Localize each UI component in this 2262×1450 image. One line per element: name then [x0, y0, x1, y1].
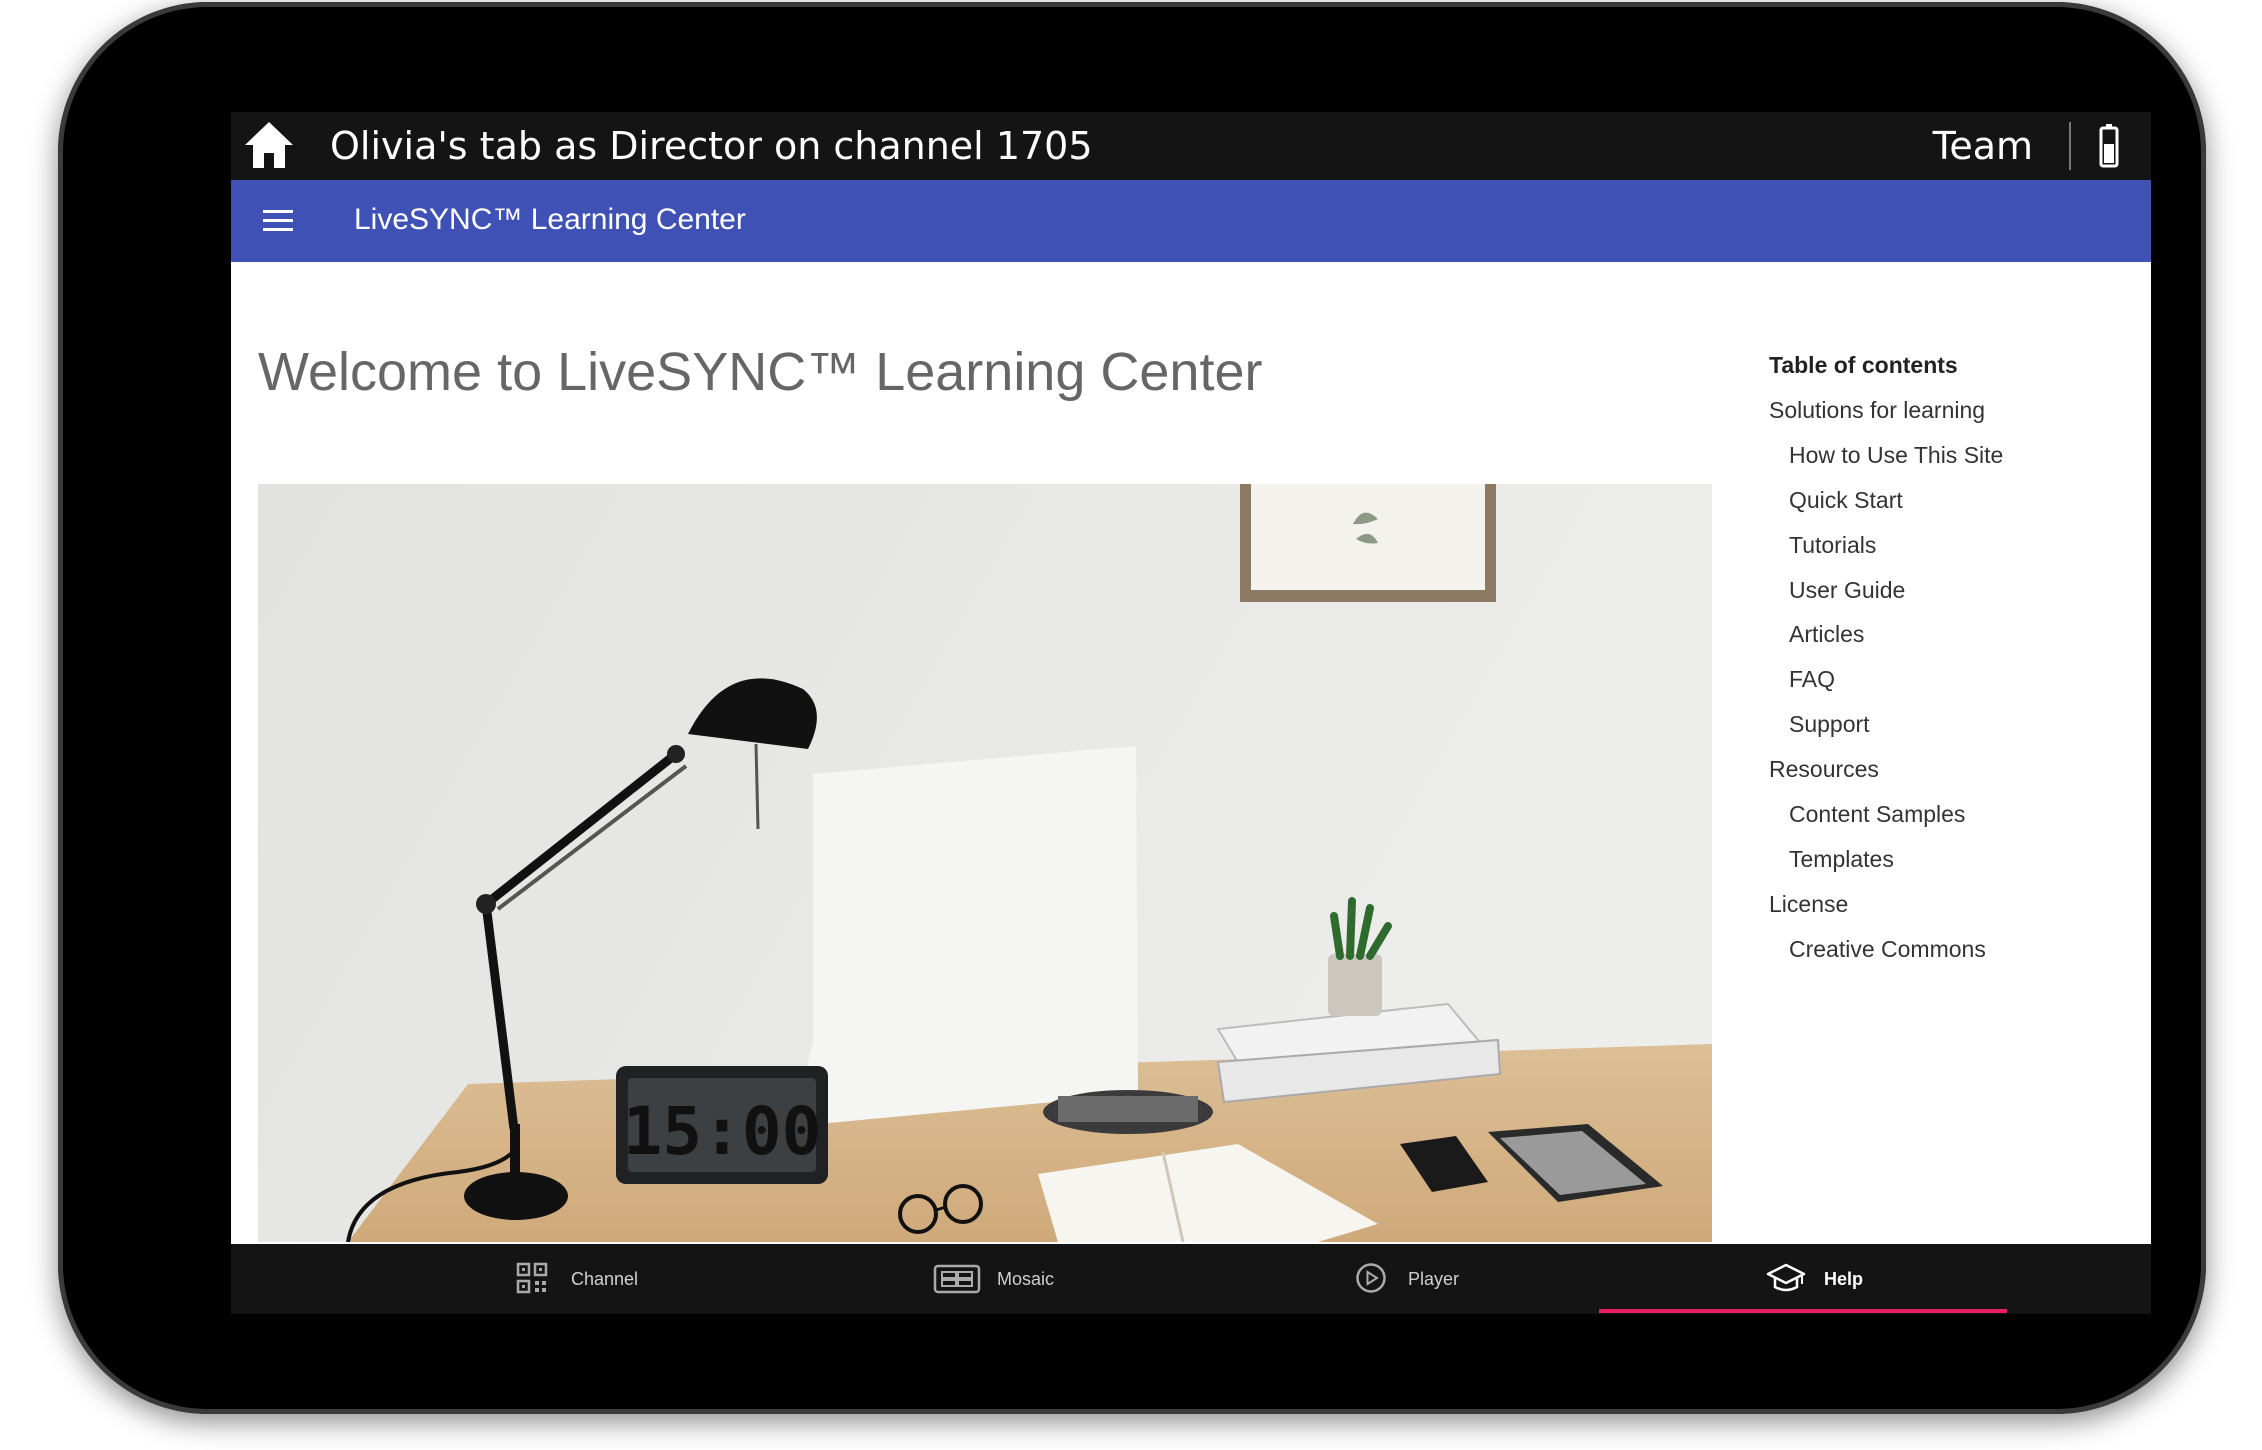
qr-code-icon	[516, 1262, 548, 1294]
status-divider	[2069, 122, 2071, 170]
toc-item-resources[interactable]: Resources	[1769, 754, 2129, 784]
hamburger-menu-icon[interactable]	[261, 204, 295, 238]
tab-player-label: Player	[1408, 1269, 1460, 1289]
tab-channel[interactable]: Channel	[516, 1244, 916, 1314]
status-bar: Olivia's tab as Director on channel 1705…	[231, 112, 2151, 180]
tab-channel-label: Channel	[571, 1269, 639, 1289]
hero-image: 15:00	[258, 484, 1712, 1242]
toc-heading: Table of contents	[1769, 352, 1958, 378]
toc-item-support[interactable]: Support	[1769, 709, 2129, 739]
tab-help-label: Help	[1824, 1269, 1864, 1289]
bottom-tab-bar: Channel Mosaic Player Help	[231, 1244, 2151, 1314]
team-button[interactable]: Team	[1933, 122, 2033, 170]
tab-player[interactable]: Player	[1355, 1244, 1755, 1314]
tab-mosaic[interactable]: Mosaic	[933, 1244, 1333, 1314]
toc-item-tutorials[interactable]: Tutorials	[1769, 530, 2129, 560]
table-of-contents: Table of contents Solutions for learning…	[1769, 350, 2129, 979]
toc-item-quick-start[interactable]: Quick Start	[1769, 485, 2129, 515]
tab-mosaic-label: Mosaic	[997, 1269, 1055, 1289]
page-title: Welcome to LiveSYNC™ Learning Center	[258, 342, 1263, 402]
toc-item-templates[interactable]: Templates	[1769, 844, 2129, 874]
toc-item-content-samples[interactable]: Content Samples	[1769, 799, 2129, 829]
app-bar: LiveSYNC™ Learning Center	[231, 180, 2151, 262]
toc-item-license[interactable]: License	[1769, 889, 2129, 919]
toc-item-articles[interactable]: Articles	[1769, 619, 2129, 649]
mosaic-icon	[933, 1264, 981, 1294]
hero-clock-text: 15:00	[623, 1093, 822, 1170]
toc-item-solutions-for-learning[interactable]: Solutions for learning	[1769, 395, 2129, 425]
toc-item-faq[interactable]: FAQ	[1769, 664, 2129, 694]
battery-icon	[2099, 124, 2119, 168]
status-title: Olivia's tab as Director on channel 1705	[330, 124, 1093, 168]
app-title: LiveSYNC™ Learning Center	[354, 203, 746, 236]
app-screen: Olivia's tab as Director on channel 1705…	[231, 112, 2151, 1314]
home-icon[interactable]	[243, 120, 295, 170]
play-circle-icon	[1356, 1263, 1386, 1293]
active-tab-indicator	[1599, 1309, 2007, 1313]
toc-item-how-to-use-this-site[interactable]: How to Use This Site	[1769, 440, 2129, 470]
tablet-frame: Olivia's tab as Director on channel 1705…	[58, 2, 2206, 1414]
toc-item-creative-commons[interactable]: Creative Commons	[1769, 934, 2129, 964]
toc-item-user-guide[interactable]: User Guide	[1769, 575, 2129, 605]
graduation-cap-icon	[1766, 1263, 1806, 1292]
tab-help[interactable]: Help	[1766, 1244, 2151, 1314]
